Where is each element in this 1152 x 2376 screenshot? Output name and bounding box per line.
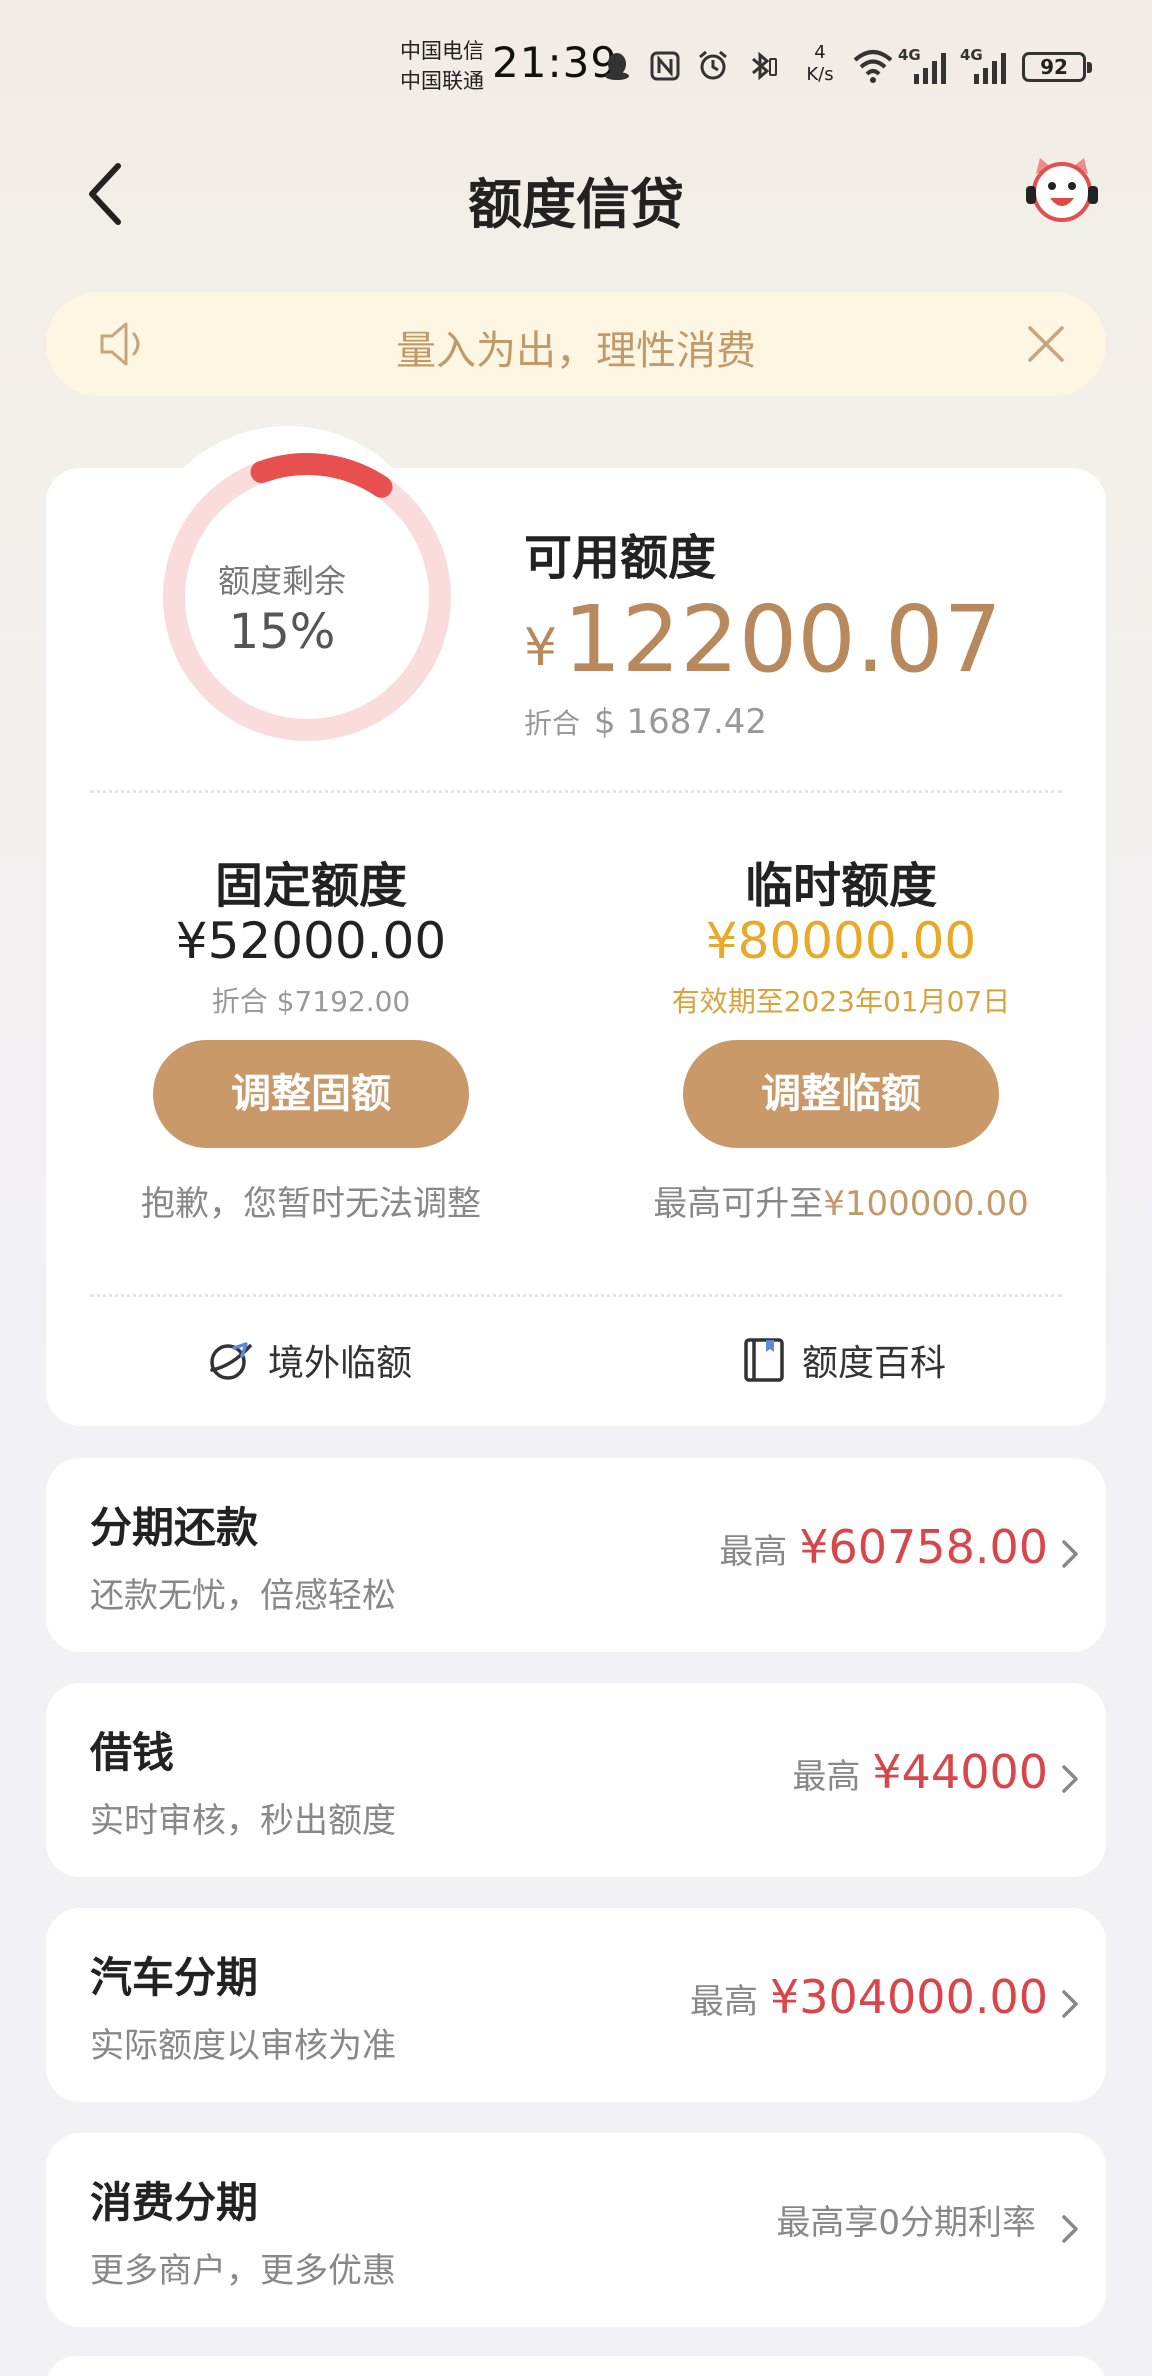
notice-bar: 量入为出，理性消费 <box>46 292 1106 396</box>
loan-row-consumer-installment[interactable]: 消费分期 更多商户，更多优惠 最高享0分期利率 <box>46 2133 1106 2327</box>
ring-percentage: 15% <box>228 604 336 660</box>
available-limit-amount: ¥12200.07 <box>524 586 1002 693</box>
page-title: 额度信贷 <box>468 173 684 236</box>
close-icon[interactable] <box>1024 322 1068 366</box>
loan-title: 消费分期 <box>90 2178 259 2227</box>
book-icon <box>744 1338 784 1382</box>
fixed-quota-amount: ¥52000.00 <box>175 912 447 970</box>
overseas-temp-quota-label: 境外临额 <box>268 1343 413 1384</box>
temporary-quota-note: 最高可升至¥100000.00 <box>576 1176 1106 1225</box>
loan-max-amount: 最高 ¥60758.00 <box>719 1520 1048 1574</box>
temporary-quota-section: 临时额度 ¥80000.00 有效期至2023年01月07日 调整临额 最高可升… <box>576 846 1106 1225</box>
speed-unit: K/s <box>806 64 834 85</box>
available-limit-title: 可用额度 <box>524 530 717 586</box>
temporary-note-max: ¥100000.00 <box>823 1184 1029 1224</box>
loan-row-installment-repay[interactable]: 分期还款 还款无忧，倍感轻松 最高 ¥60758.00 <box>46 1458 1106 1652</box>
adjust-fixed-quota-button[interactable]: 调整固额 <box>153 1040 469 1148</box>
bluetooth-icon <box>752 51 777 81</box>
battery-indicator: 92 <box>1022 52 1092 82</box>
chevron-right-icon <box>1062 1990 1078 2018</box>
loan-max-amount: 最高 ¥304000.00 <box>690 1970 1048 2024</box>
speed-value: 4 <box>814 42 826 63</box>
loan-row-car-installment[interactable]: 汽车分期 实际额度以审核为准 最高 ¥304000.00 <box>46 1908 1106 2102</box>
quota-wiki-link[interactable]: 额度百科 <box>740 1332 946 1388</box>
credit-limit-card: 额度剩余 15% 可用额度 ¥12200.07 折合 $ 1687.42 固定额度… <box>46 426 1106 1426</box>
loan-subtitle: 实时审核，秒出额度 <box>90 1801 396 1841</box>
ring-label: 额度剩余 <box>217 562 346 600</box>
loan-max-value: ¥44000 <box>872 1745 1048 1799</box>
divider-bottom <box>90 1294 1062 1297</box>
carrier-names: 中国电信 中国联通 <box>400 36 492 96</box>
chevron-right-icon <box>1062 2215 1078 2243</box>
signal-icon-2 <box>974 53 1006 84</box>
available-limit-converted: 折合 $ 1687.42 <box>524 702 767 742</box>
nav-header: 额度信贷 <box>0 130 1152 260</box>
chevron-right-icon <box>1062 1540 1078 1568</box>
fixed-quota-title: 固定额度 <box>214 858 407 914</box>
currency-symbol: ¥ <box>524 618 558 678</box>
nfc-icon <box>650 51 680 81</box>
converted-label: 折合 <box>524 707 581 740</box>
divider-top <box>90 790 1062 793</box>
loan-row-borrow[interactable]: 借钱 实时审核，秒出额度 最高 ¥44000 <box>46 1683 1106 1877</box>
temporary-quota-validity: 有效期至2023年01月07日 <box>671 985 1011 1018</box>
loan-max-label: 最高 <box>689 1982 758 2022</box>
loan-row-partial <box>46 2356 1106 2376</box>
converted-value: $ 1687.42 <box>594 702 768 742</box>
loan-title: 借钱 <box>90 1728 175 1777</box>
wifi-icon <box>853 50 893 83</box>
globe-plane-icon <box>210 1342 252 1380</box>
loan-max-label: 最高 <box>792 1757 861 1797</box>
loan-subtitle: 还款无忧，倍感轻松 <box>90 1576 396 1616</box>
fixed-quota-converted: 折合 $7192.00 <box>211 985 411 1018</box>
carrier-1: 中国电信 <box>400 39 484 63</box>
temporary-quota-title: 临时额度 <box>744 858 937 914</box>
status-bar: 中国电信 中国联通 21:39 4 K/s 4G 4G 92 <box>0 0 1152 130</box>
status-icons <box>600 44 778 88</box>
alarm-icon <box>699 50 727 80</box>
loan-max-label: 最高 <box>719 1532 788 1572</box>
customer-service-mascot-icon[interactable] <box>1022 150 1102 230</box>
loan-max-amount: 最高 ¥44000 <box>792 1745 1048 1799</box>
temporary-quota-amount: ¥80000.00 <box>705 912 977 970</box>
temporary-note-prefix: 最高可升至 <box>653 1184 824 1224</box>
loan-subtitle: 实际额度以审核为准 <box>90 2026 396 2066</box>
available-amount-value: 12200.07 <box>563 586 1003 693</box>
network-speed: 4 K/s <box>798 42 842 86</box>
adjust-temporary-quota-button[interactable]: 调整临额 <box>683 1040 999 1148</box>
loan-title: 汽车分期 <box>90 1953 259 2002</box>
loan-title: 分期还款 <box>90 1503 259 1552</box>
quota-wiki-label: 额度百科 <box>802 1343 947 1384</box>
chevron-right-icon <box>1062 1765 1078 1793</box>
loan-max-value: ¥60758.00 <box>799 1520 1048 1574</box>
fixed-quota-section: 固定额度 ¥52000.00 折合 $7192.00 调整固额 抱歉，您暂时无法… <box>46 846 576 1225</box>
overseas-temp-quota-link[interactable]: 境外临额 <box>206 1332 412 1388</box>
qq-icon <box>605 53 629 80</box>
carrier-2: 中国联通 <box>400 69 484 93</box>
loan-subtitle: 更多商户，更多优惠 <box>90 2251 396 2291</box>
loan-max-amount: 最高享0分期利率 <box>776 2195 1048 2244</box>
fixed-quota-note: 抱歉，您暂时无法调整 <box>141 1184 481 1224</box>
loan-max-value: ¥304000.00 <box>769 1970 1048 2024</box>
loan-max-label: 最高享0分期利率 <box>776 2203 1036 2243</box>
notice-text: 量入为出，理性消费 <box>396 328 756 374</box>
signal-icon-1 <box>914 53 946 84</box>
